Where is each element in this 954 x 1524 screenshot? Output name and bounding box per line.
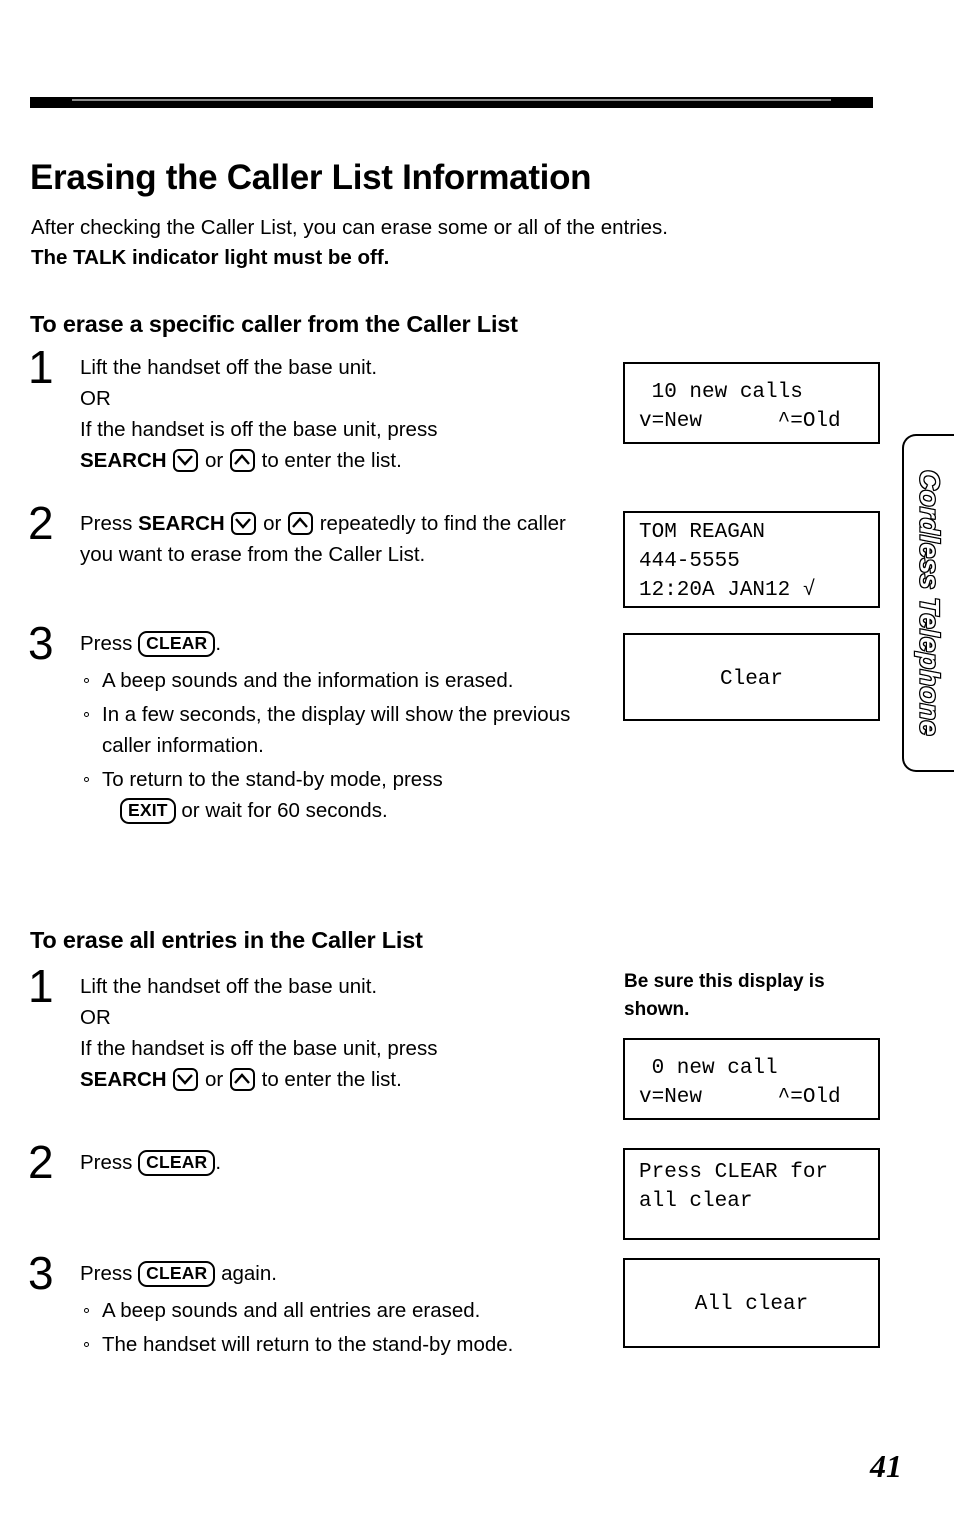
step-bullet-list: A beep sounds and all entries are erased…: [80, 1295, 588, 1360]
step-line: If the handset is off the base unit, pre…: [80, 418, 438, 441]
clear-button-key[interactable]: CLEAR: [138, 1261, 216, 1287]
step-line-tail: to enter the list.: [261, 1068, 402, 1091]
bullet-item: The handset will return to the stand-by …: [80, 1329, 588, 1360]
lcd-line: Clear: [719, 668, 783, 691]
step-line: OR: [80, 1006, 111, 1029]
exit-button-key[interactable]: EXIT: [120, 798, 176, 824]
step-text-suffix: .: [215, 632, 222, 655]
step-number: 1: [28, 960, 54, 1012]
search-label: SEARCH: [80, 449, 167, 472]
down-arrow-key[interactable]: [173, 1068, 199, 1091]
section2-step-2: 2 Press CLEAR.: [28, 1139, 588, 1185]
conjunction: or: [204, 1068, 224, 1091]
manual-page: Erasing the Caller List Information Afte…: [0, 0, 954, 1524]
bullet-tail: or wait for 60 seconds.: [181, 799, 388, 822]
conjunction: or: [204, 449, 224, 472]
step-line: If the handset is off the base unit, pre…: [80, 1037, 438, 1060]
step-line-tail: to enter the list.: [261, 449, 402, 472]
step-body: Press CLEAR.: [80, 1147, 588, 1178]
intro-paragraph: After checking the Caller List, you can …: [31, 213, 851, 273]
search-label: SEARCH: [138, 512, 225, 535]
step-text-suffix: .: [215, 1151, 222, 1174]
lcd-line: 444-5555: [639, 550, 740, 573]
clear-button-key[interactable]: CLEAR: [138, 1150, 216, 1176]
step-text-prefix: Press: [80, 1151, 133, 1174]
step-body: Press CLEAR again. A beep sounds and all…: [80, 1258, 588, 1360]
lcd-display-zero-new-call: 0 new call v=New ^=Old: [623, 1038, 880, 1120]
step-body: Lift the handset off the base unit. OR I…: [80, 352, 588, 476]
step-line: OR: [80, 387, 111, 410]
intro-line-1: After checking the Caller List, you can …: [31, 216, 668, 239]
lcd-line: All clear: [694, 1293, 809, 1316]
step-body: Press CLEAR. A beep sounds and the infor…: [80, 628, 588, 826]
section-heading-specific-caller: To erase a specific caller from the Call…: [30, 310, 518, 337]
up-arrow-key[interactable]: [229, 1068, 255, 1091]
bullet-text: To return to the stand-by mode, press: [102, 768, 443, 791]
step-line: Lift the handset off the base unit.: [80, 356, 378, 379]
up-arrow-key[interactable]: [288, 512, 314, 535]
lcd-display-press-clear-for-all-clear: Press CLEAR for all clear: [623, 1148, 880, 1240]
section2-step-1: 1 Lift the handset off the base unit. OR…: [28, 963, 588, 1095]
lcd-display-clear: Clear: [623, 633, 880, 721]
step-text-prefix: Press: [80, 512, 133, 535]
section1-step-2: 2 Press SEARCH or repeatedly to find the…: [28, 500, 588, 570]
section2-step-3: 3 Press CLEAR again. A beep sounds and a…: [28, 1250, 588, 1360]
conjunction: or: [263, 512, 282, 535]
clear-button-key[interactable]: CLEAR: [138, 631, 216, 657]
section1-step-1: 1 Lift the handset off the base unit. OR…: [28, 344, 588, 476]
step-line: Press CLEAR again.: [80, 1258, 588, 1289]
section1-step-3: 3 Press CLEAR. A beep sounds and the inf…: [28, 620, 588, 826]
lcd-display-all-clear: All clear: [623, 1258, 880, 1348]
step-line: SEARCH or to enter the list.: [80, 445, 588, 476]
up-arrow-key[interactable]: [229, 449, 255, 472]
lcd-line: 0 new call: [639, 1057, 778, 1080]
lcd-line: 12:20A JAN12 √: [639, 579, 816, 602]
bullet-item: A beep sounds and all entries are erased…: [80, 1295, 588, 1326]
bullet-item: In a few seconds, the display will show …: [80, 699, 588, 761]
search-label: SEARCH: [80, 1068, 167, 1091]
step-number: 2: [28, 497, 54, 549]
page-title: Erasing the Caller List Information: [30, 158, 592, 198]
lcd-display-new-calls: 10 new calls v=New ^=Old: [623, 362, 880, 444]
down-arrow-key[interactable]: [231, 512, 257, 535]
step-body: Lift the handset off the base unit. OR I…: [80, 971, 588, 1095]
lcd-line: all clear: [639, 1190, 753, 1213]
lcd-line: TOM REAGAN: [639, 521, 766, 544]
step-number: 1: [28, 341, 54, 393]
step-number: 3: [28, 617, 54, 669]
step-text-suffix: again.: [221, 1262, 277, 1285]
bullet-item: To return to the stand-by mode, press EX…: [80, 764, 588, 826]
lcd-line: v=New ^=Old: [639, 410, 841, 433]
bullet-item: A beep sounds and the information is era…: [80, 665, 588, 696]
bullet-continuation: EXIT or wait for 60 seconds.: [102, 795, 388, 826]
page-number: 41: [870, 1448, 902, 1484]
header-rule: [30, 97, 873, 108]
display-note: Be sure this display is shown.: [624, 971, 825, 1020]
step-line: SEARCH or to enter the list.: [80, 1064, 588, 1095]
step-text-prefix: Press: [80, 632, 133, 655]
step-number: 2: [28, 1136, 54, 1188]
lcd-display-caller-entry: TOM REAGAN 444-5555 12:20A JAN12 √: [623, 511, 880, 608]
lcd-line: v=New ^=Old: [639, 1086, 841, 1109]
lcd-line: 10 new calls: [639, 381, 803, 404]
side-tab-label: Cordless Telephone: [913, 469, 945, 737]
step-number: 3: [28, 1247, 54, 1299]
step-line: Press CLEAR.: [80, 628, 588, 659]
side-tab-cordless-telephone: Cordless Telephone: [902, 434, 954, 772]
lcd-line: Press CLEAR for: [639, 1161, 829, 1184]
step-body: Press SEARCH or repeatedly to find the c…: [80, 508, 588, 570]
step-text-prefix: Press: [80, 1262, 133, 1285]
step-bullet-list: A beep sounds and the information is era…: [80, 665, 588, 826]
down-arrow-key[interactable]: [173, 449, 199, 472]
step-line: Lift the handset off the base unit.: [80, 975, 378, 998]
intro-line-2: The TALK indicator light must be off.: [31, 246, 390, 269]
section-heading-all-entries: To erase all entries in the Caller List: [30, 926, 423, 953]
